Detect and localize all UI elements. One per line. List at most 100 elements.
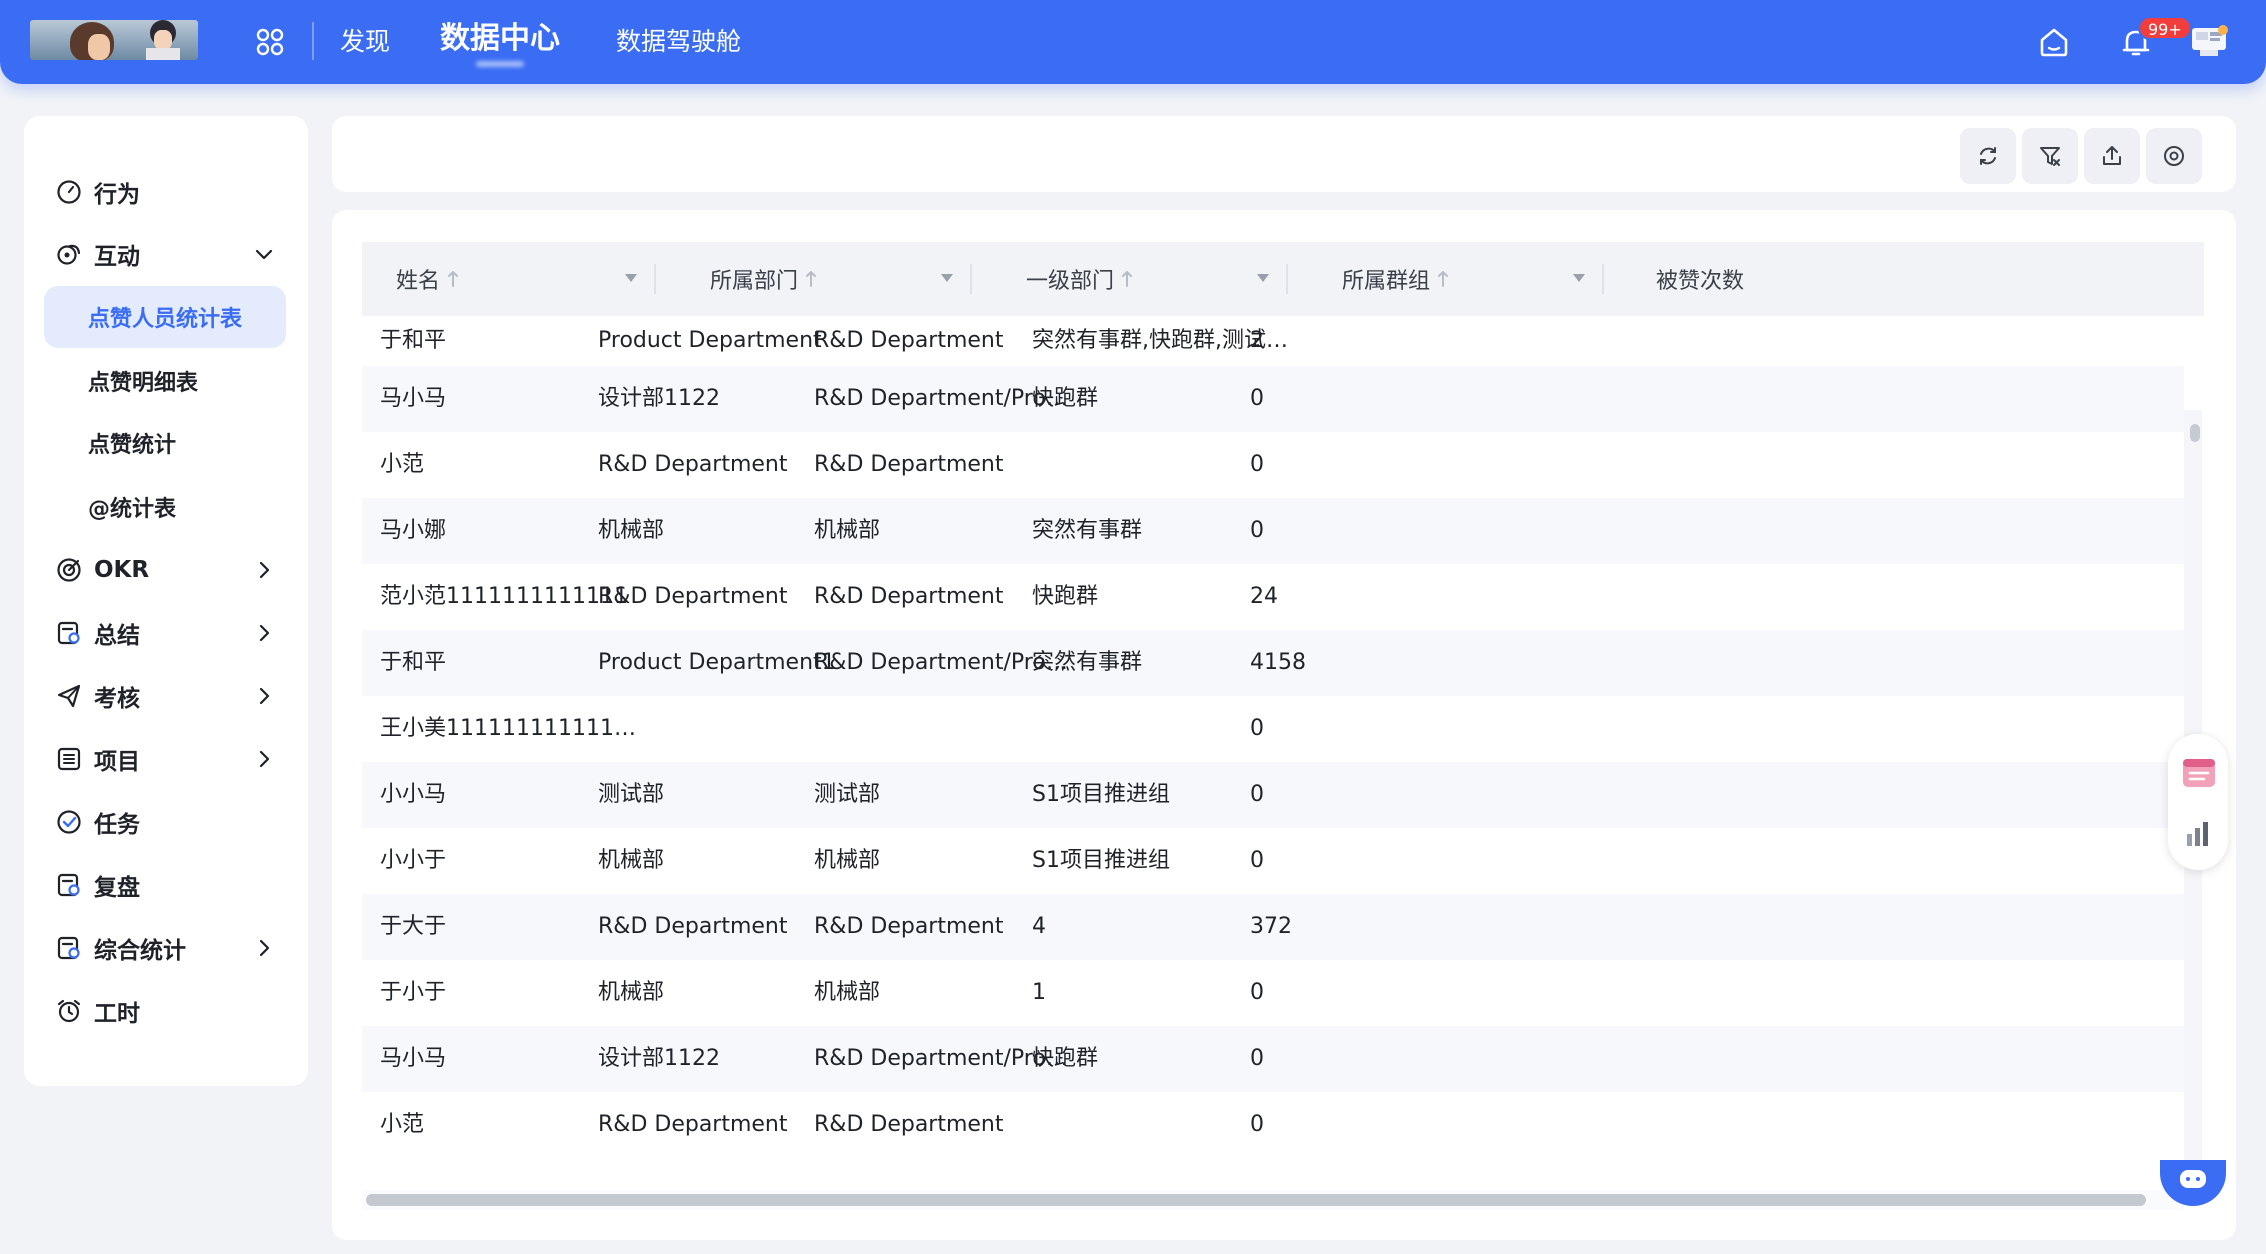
sidebar-item-label: 综合统计 <box>94 938 186 964</box>
sort-icon[interactable] <box>804 269 818 289</box>
column-header-label: 姓名 <box>396 269 441 294</box>
cell-like-count: 2 <box>1250 328 1264 353</box>
column-header-like-count[interactable]: 被赞次数 <box>1656 242 1744 316</box>
table-toolbar <box>332 116 2236 192</box>
cell-like-count: 0 <box>1250 716 1264 741</box>
refresh-button[interactable] <box>1960 128 2016 184</box>
calendar-list-icon[interactable] <box>2180 754 2218 792</box>
table-row[interactable]: 马小娜 机械部 机械部 突然有事群 0 <box>362 498 2184 564</box>
nav-item-data-cockpit[interactable]: 数据驾驶舱 <box>616 24 741 60</box>
nav-item-discover[interactable]: 发现 <box>340 24 390 60</box>
export-icon <box>2103 146 2121 165</box>
sort-icon[interactable] <box>1436 269 1450 289</box>
filter-clear-icon <box>2040 147 2060 166</box>
sidebar-subitem-label: @统计表 <box>88 497 177 522</box>
nav-item-data-center[interactable]: 数据中心 <box>440 21 560 57</box>
sidebar-subitem-like-stats[interactable]: 点赞统计 <box>44 412 286 474</box>
chevron-right-icon <box>259 561 270 579</box>
cell-like-count: 24 <box>1250 584 1278 609</box>
sidebar-subitem-mention-stats[interactable]: @统计表 <box>44 476 286 538</box>
list-icon <box>57 747 81 771</box>
table-row[interactable]: 于和平 Product Department R&D Department 突然有事群… <box>362 316 2184 366</box>
table-row[interactable]: 范小范1111111111111 R&D Department R&D Depart… <box>362 564 2184 630</box>
sidebar-item-review[interactable]: 复盘 <box>24 855 308 915</box>
table-row[interactable]: 小小于 机械部 机械部 S1项目推进组 0 <box>362 828 2184 894</box>
filter-dropdown-icon[interactable] <box>940 272 954 284</box>
cell-like-count: 0 <box>1250 518 1264 543</box>
sidebar-item-label: 考核 <box>94 686 140 712</box>
sidebar-item-label: 项目 <box>94 749 140 775</box>
table-row[interactable]: 小小马 测试部 测试部 S1项目推进组 0 <box>362 762 2184 828</box>
home-icon[interactable] <box>2036 24 2072 60</box>
floating-tool-widget <box>2168 734 2228 870</box>
cell-like-count: 0 <box>1250 782 1264 807</box>
column-header-primary-department[interactable]: 一级部门 <box>1026 242 1134 316</box>
column-separator[interactable] <box>970 264 972 294</box>
chevron-down-icon <box>255 249 273 260</box>
cell-like-count: 0 <box>1250 1046 1264 1071</box>
summary-icon <box>57 621 80 645</box>
apps-grid-icon[interactable] <box>256 28 284 56</box>
column-separator[interactable] <box>1286 264 1288 294</box>
filter-dropdown-icon[interactable] <box>1256 272 1270 284</box>
sidebar-item-okr[interactable]: OKR <box>24 540 308 600</box>
cell-like-count: 372 <box>1250 914 1292 939</box>
cell-like-count: 0 <box>1250 452 1264 477</box>
table-row[interactable]: 王小美1111111111111111...0 <box>362 696 2184 762</box>
table-row[interactable]: 马小马 设计部1122 R&D Department/Produ... 快跑群 0 <box>362 366 2184 432</box>
sidebar-item-behavior[interactable]: 行为 <box>24 162 308 222</box>
column-header-label: 所属部门 <box>710 269 799 294</box>
vertical-scrollbar-thumb[interactable] <box>2190 424 2200 442</box>
sort-icon[interactable] <box>446 269 460 289</box>
column-header-group[interactable]: 所属群组 <box>1342 242 1450 316</box>
gauge-icon <box>57 180 81 204</box>
filter-dropdown-icon[interactable] <box>1572 272 1586 284</box>
settings-icon <box>2164 146 2184 166</box>
horizontal-scrollbar-thumb[interactable] <box>366 1194 2146 1206</box>
sidebar-item-label: 总结 <box>94 623 140 649</box>
filter-dropdown-icon[interactable] <box>624 272 638 284</box>
settings-button[interactable] <box>2146 128 2202 184</box>
user-avatar[interactable] <box>2190 22 2230 60</box>
column-separator[interactable] <box>1602 264 1604 294</box>
sidebar-item-summary[interactable]: 总结 <box>24 603 308 663</box>
sidebar-item-label: 工时 <box>94 1001 140 1027</box>
table-row[interactable]: 小范 R&D Department R&D Department 0 <box>362 432 2184 498</box>
notification-badge: 99+ <box>2138 16 2192 40</box>
sidebar-subitem-label: 点赞统计 <box>88 433 177 458</box>
column-separator[interactable] <box>654 264 656 294</box>
sidebar-subitem-like-person-stats[interactable]: 点赞人员统计表 <box>44 286 286 348</box>
sidebar-subitem-label: 点赞明细表 <box>88 371 199 396</box>
table-row[interactable]: 于小于 机械部 机械部 1 0 <box>362 960 2184 1026</box>
table-row[interactable]: 于大于 R&D Department R&D Department 4 372 <box>362 894 2184 960</box>
clear-filter-button[interactable] <box>2022 128 2078 184</box>
sidebar-item-label: 行为 <box>94 182 140 208</box>
export-button[interactable] <box>2084 128 2140 184</box>
review-icon <box>57 873 80 897</box>
chevron-right-icon <box>259 687 270 705</box>
column-header-name[interactable]: 姓名 <box>396 242 460 316</box>
cell-like-count: 0 <box>1250 1112 1264 1137</box>
sidebar-item-interaction[interactable]: 互动 <box>24 224 308 284</box>
bar-chart-icon[interactable] <box>2182 816 2216 850</box>
column-header-department[interactable]: 所属部门 <box>710 242 818 316</box>
refresh-icon <box>1980 147 1996 165</box>
table-row[interactable]: 于和平 Product Department1 R&D Department/Pro… <box>362 630 2184 696</box>
app-logo[interactable] <box>30 20 198 60</box>
sidebar: 行为 互动 点赞人员统计表 点赞明细表 点赞统计 @统计表 OKR 总结 考核 … <box>24 116 308 1086</box>
sidebar-item-task[interactable]: 任务 <box>24 792 308 852</box>
sidebar-subitem-like-details[interactable]: 点赞明细表 <box>44 350 286 412</box>
sidebar-item-work-hours[interactable]: 工时 <box>24 981 308 1041</box>
data-table-panel: 姓名 所属部门 一级部门 所属群组 被赞次数 于和平 Product Depar… <box>332 210 2236 1240</box>
chevron-right-icon <box>259 939 270 957</box>
table-row[interactable]: 小范 R&D Department R&D Department 0 <box>362 1092 2184 1158</box>
sidebar-item-assessment[interactable]: 考核 <box>24 666 308 726</box>
sidebar-item-project[interactable]: 项目 <box>24 729 308 789</box>
stats-icon <box>57 936 80 960</box>
table-row[interactable]: 马小马 设计部1122 R&D Department/Produ... 快跑群 0 <box>362 1026 2184 1092</box>
nav-divider <box>312 22 314 60</box>
chevron-right-icon <box>259 624 270 642</box>
sort-icon[interactable] <box>1120 269 1134 289</box>
chevron-right-icon <box>259 750 270 768</box>
sidebar-item-overall-stats[interactable]: 综合统计 <box>24 918 308 978</box>
